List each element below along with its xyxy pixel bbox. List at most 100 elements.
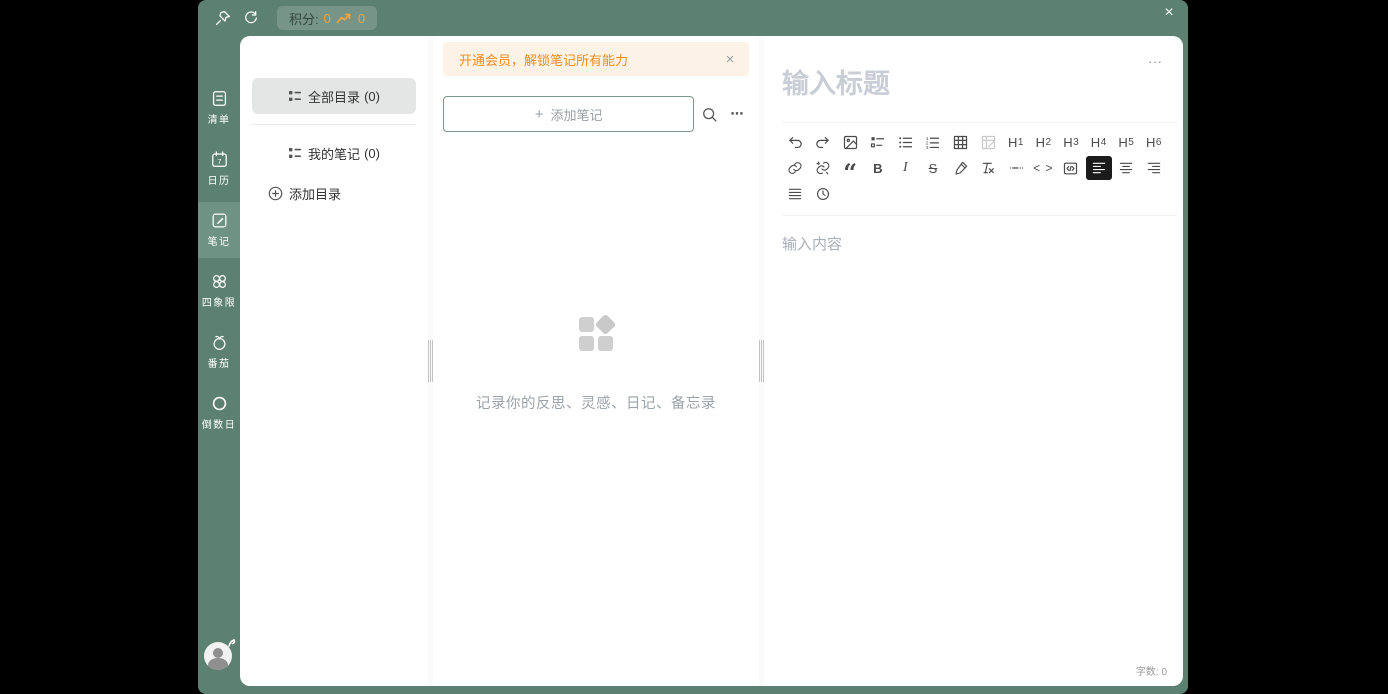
highlight-button[interactable] [948,156,974,180]
highlighter-pen-icon [953,160,969,176]
ordered-list-button[interactable]: 1 2 3 [920,130,946,154]
desktop-background: 积分: 0 0 × 清单 [0,0,1388,694]
sidebar-item-pomodoro[interactable]: 番茄 [198,324,240,380]
note-title-input[interactable]: 输入标题 [782,36,1183,102]
quote-icon: “ [843,169,857,177]
empty-notes-icon [579,317,613,351]
toolbar-row-2: “ B I S [782,155,1177,181]
align-center-button[interactable] [1113,156,1139,180]
redo-button[interactable] [810,130,836,154]
align-left-button-active[interactable] [1086,156,1112,180]
sidebar-item-label: 四象限 [202,295,236,309]
unlink-icon [815,160,831,176]
avatar-sprout-icon [227,638,237,648]
toolbar-row-3 [782,181,1177,207]
word-count: 字数: 0 [1136,663,1167,678]
sidebar-item-quadrant[interactable]: 四象限 [198,263,240,319]
heading-5-button[interactable]: H5 [1113,130,1139,154]
points-badge[interactable]: 积分: 0 0 [277,6,377,30]
membership-banner-text: 开通会员，解锁笔记所有能力 [459,50,719,69]
sidebar-item-countdown[interactable]: 倒数日 [198,385,240,441]
task-list-button[interactable] [865,130,891,154]
sidebar-item-notes-active[interactable]: 笔记 [198,202,240,258]
redo-icon [814,134,831,151]
note-list-more-button[interactable]: ⋯ [726,102,749,126]
bold-button[interactable]: B [865,156,891,180]
blockquote-button[interactable]: “ [837,156,863,180]
four-quadrant-icon [210,272,229,291]
italic-button[interactable]: I [892,156,918,180]
image-icon [842,134,859,151]
close-window-button[interactable]: × [1156,0,1182,26]
inline-code-button[interactable]: < > [1030,156,1056,180]
list-bullets-icon [288,146,302,160]
list-bullets-icon [288,89,302,103]
refresh-icon [243,10,259,26]
add-directory-label: 添加目录 [289,184,341,203]
add-note-row: + 添加笔记 ⋯ [443,96,749,132]
directory-item-my-notes[interactable]: 我的笔记 (0) [252,135,416,171]
points-label: 积分: [289,9,319,28]
directory-item-count: (0) [364,146,380,161]
code-block-button[interactable] [1058,156,1084,180]
directory-separator [252,124,416,125]
calendar-icon: 7 [210,150,229,169]
tomato-icon [210,333,229,352]
sidebar-item-label: 清单 [208,112,231,126]
sidebar-item-checklist[interactable]: 清单 [198,80,240,136]
clock-icon [815,186,831,202]
edit-table-button-disabled [975,130,1001,154]
align-right-button[interactable] [1141,156,1167,180]
undo-icon [787,134,804,151]
unlink-button[interactable] [810,156,836,180]
countdown-circle-icon [210,394,229,413]
app-sidebar: 清单 7 日历 笔记 [198,36,240,694]
undo-button[interactable] [782,130,808,154]
refresh-button[interactable] [239,6,263,30]
search-icon [701,106,718,123]
directory-item-all[interactable]: 全部目录 (0) [252,78,416,114]
strikethrough-button[interactable]: S [920,156,946,180]
directory-item-count: (0) [364,89,380,104]
task-list-icon [869,134,886,151]
insert-timestamp-button[interactable] [810,182,836,206]
horizontal-rule-button[interactable] [1003,156,1029,180]
main-content: 全部目录 (0) 我的笔记 (0) [240,36,1183,686]
pin-icon [214,9,232,27]
heading-4-button[interactable]: H4 [1086,130,1112,154]
insert-table-button[interactable] [948,130,974,154]
align-center-icon [1118,160,1134,176]
directory-item-label: 全部目录 [308,87,360,106]
banner-close-button[interactable]: × [719,48,741,70]
sidebar-item-label: 倒数日 [202,417,236,431]
editor-more-button[interactable]: ... [1148,52,1163,66]
pin-window-button[interactable] [211,6,235,30]
ordered-list-icon: 1 2 3 [924,134,941,151]
membership-banner: 开通会员，解锁笔记所有能力 × [443,42,749,76]
add-note-button[interactable]: + 添加笔记 [443,96,694,132]
heading-3-button[interactable]: H3 [1058,130,1084,154]
toolbar-row-1: 1 2 3 [782,129,1177,155]
add-note-label: 添加笔记 [551,105,603,124]
search-notes-button[interactable] [698,102,721,126]
align-justify-button[interactable] [782,182,808,206]
app-window: 积分: 0 0 × 清单 [198,0,1188,694]
link-icon [787,160,803,176]
clear-format-button[interactable] [975,156,1001,180]
bullet-list-button[interactable] [892,130,918,154]
note-list-panel: 开通会员，解锁笔记所有能力 × + 添加笔记 ⋯ [433,36,759,686]
user-avatar[interactable] [204,642,234,672]
insert-image-button[interactable] [837,130,863,154]
add-directory-button[interactable]: 添加目录 [240,175,428,211]
trend-up-icon [336,12,353,25]
heading-6-button[interactable]: H6 [1141,130,1167,154]
heading-2-button[interactable]: H2 [1030,130,1056,154]
sidebar-item-calendar[interactable]: 7 日历 [198,141,240,197]
heading-1-button[interactable]: H1 [1003,130,1029,154]
svg-text:3: 3 [926,145,929,151]
top-bar: 积分: 0 0 × [198,0,1188,36]
link-button[interactable] [782,156,808,180]
note-content-input[interactable]: 输入内容 [782,233,1183,254]
code-block-icon [1062,160,1079,177]
sidebar-item-label: 笔记 [208,234,231,248]
